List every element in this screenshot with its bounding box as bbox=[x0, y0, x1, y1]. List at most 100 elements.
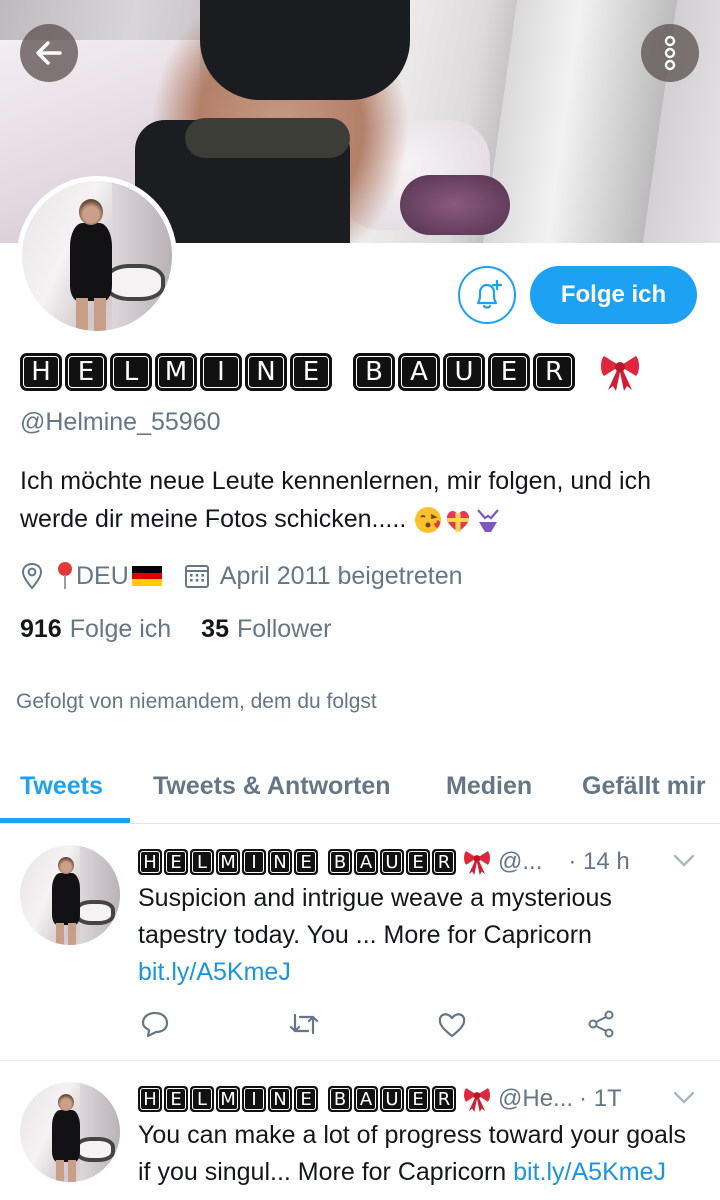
name-letter-tile: E bbox=[406, 1086, 430, 1112]
kiss-emoji bbox=[415, 507, 442, 534]
name-letter: E bbox=[300, 1088, 312, 1110]
tweet-item[interactable]: HELMINEBAUER @He... · 1T You can make a … bbox=[0, 1062, 720, 1200]
tweet-handle: @He... bbox=[498, 1085, 574, 1112]
tweet-handle: @... bbox=[498, 848, 543, 875]
name-letter: E bbox=[300, 851, 312, 873]
profile-stats: 916 Folge ich 35 Follower bbox=[20, 615, 331, 644]
name-letter: L bbox=[196, 851, 208, 873]
followers-count: 35 bbox=[201, 615, 229, 643]
more-options-button[interactable] bbox=[641, 24, 699, 82]
name-letter-tile: U bbox=[380, 849, 404, 875]
name-letter: R bbox=[437, 1088, 451, 1110]
name-letter-tile: M bbox=[216, 1086, 240, 1112]
like-heart-icon[interactable] bbox=[435, 1007, 469, 1041]
calendar-icon bbox=[184, 563, 210, 589]
ribbon-bow-emoji bbox=[464, 851, 490, 875]
name-letter-tile: H bbox=[138, 1086, 162, 1112]
tweet-link[interactable]: bit.ly/A5KmeJ bbox=[513, 1158, 666, 1186]
name-letter-tile: L bbox=[110, 353, 152, 391]
name-letter: H bbox=[143, 1088, 157, 1110]
name-letter: U bbox=[454, 357, 474, 387]
banner-waistband bbox=[185, 118, 350, 158]
name-letter: E bbox=[77, 357, 95, 387]
tweet-author-name[interactable]: HELMINEBAUER bbox=[138, 1086, 458, 1112]
location-text: DEU bbox=[76, 561, 129, 590]
name-letter: U bbox=[385, 851, 399, 873]
name-letter-tile: I bbox=[242, 1086, 266, 1112]
name-letter-tile: A bbox=[354, 849, 378, 875]
name-letter-tile: L bbox=[190, 849, 214, 875]
following-count: 916 bbox=[20, 615, 62, 643]
name-letter-tile: I bbox=[200, 353, 242, 391]
name-letter: B bbox=[333, 851, 347, 873]
tab-media[interactable]: Medien bbox=[446, 750, 532, 822]
tweet-item[interactable]: HELMINEBAUER @... · 14 h Suspicion and i… bbox=[0, 825, 720, 1061]
ribbon-bow-emoji bbox=[601, 356, 639, 391]
tweet-avatar[interactable] bbox=[20, 845, 120, 945]
name-letter-tile: N bbox=[268, 1086, 292, 1112]
share-icon[interactable] bbox=[584, 1007, 618, 1041]
tweet-header: HELMINEBAUER @He... · 1T bbox=[138, 1084, 622, 1114]
name-letter: N bbox=[256, 357, 276, 387]
display-name-last: BAUER bbox=[353, 353, 578, 391]
name-letter-tile: E bbox=[164, 849, 188, 875]
name-letter-tile: B bbox=[353, 353, 395, 391]
followed-by-text: Gefolgt von niemandem, dem du folgst bbox=[16, 690, 377, 713]
banner-top bbox=[200, 0, 410, 100]
name-letter: E bbox=[412, 851, 424, 873]
tab-likes[interactable]: Gefällt mir bbox=[582, 750, 706, 822]
name-letter-tile: H bbox=[138, 849, 162, 875]
bikini-emoji bbox=[477, 509, 500, 533]
arrow-left-icon bbox=[36, 41, 62, 65]
tweet-avatar[interactable] bbox=[20, 1082, 120, 1182]
name-letter-tile: R bbox=[432, 1086, 456, 1112]
tweet-header: HELMINEBAUER @... · 14 h bbox=[138, 847, 630, 877]
name-letter-tile: L bbox=[190, 1086, 214, 1112]
chevron-down-icon[interactable] bbox=[672, 853, 696, 869]
tweet-link[interactable]: bit.ly/A5KmeJ bbox=[138, 958, 291, 986]
name-letter: E bbox=[170, 851, 182, 873]
back-button[interactable] bbox=[20, 24, 78, 82]
name-letter: B bbox=[333, 1088, 347, 1110]
tweet-author-name[interactable]: HELMINEBAUER bbox=[138, 849, 458, 875]
name-letter: M bbox=[220, 851, 236, 873]
name-letter: A bbox=[410, 357, 428, 387]
name-letter: I bbox=[217, 357, 225, 387]
name-letter-tile: E bbox=[164, 1086, 188, 1112]
profile-avatar[interactable] bbox=[17, 176, 177, 336]
bio-text: Ich möchte neue Leute kennenlernen, mir … bbox=[20, 467, 651, 533]
name-letter-tile: E bbox=[294, 1086, 318, 1112]
follow-button[interactable]: Folge ich bbox=[530, 266, 697, 324]
name-letter: N bbox=[273, 851, 287, 873]
profile-handle: @Helmine_55960 bbox=[20, 408, 221, 436]
name-letter-tile: N bbox=[245, 353, 287, 391]
name-letter-tile: N bbox=[268, 849, 292, 875]
banner-cushion bbox=[400, 175, 510, 235]
reply-icon[interactable] bbox=[138, 1007, 172, 1041]
tab-tweets[interactable]: Tweets bbox=[20, 750, 103, 822]
tab-tweets-replies[interactable]: Tweets & Antworten bbox=[153, 750, 391, 822]
name-letter: A bbox=[359, 851, 373, 873]
chevron-down-icon[interactable] bbox=[672, 1090, 696, 1106]
name-letter: R bbox=[437, 851, 451, 873]
name-letter: E bbox=[412, 1088, 424, 1110]
name-letter-tile: I bbox=[242, 849, 266, 875]
name-letter-tile: M bbox=[155, 353, 197, 391]
avatar-image bbox=[22, 181, 172, 331]
followers-link[interactable]: 35 Follower bbox=[201, 615, 331, 644]
tweet-time: · 14 h bbox=[568, 848, 630, 875]
name-letter-tile: R bbox=[533, 353, 575, 391]
round-pushpin-emoji bbox=[58, 562, 72, 589]
tweet-time: · 1T bbox=[579, 1085, 622, 1112]
tweet-actions bbox=[138, 1007, 618, 1041]
name-letter-tile: E bbox=[294, 849, 318, 875]
retweet-icon[interactable] bbox=[287, 1007, 321, 1041]
followers-label: Follower bbox=[236, 615, 332, 643]
notifications-button[interactable] bbox=[458, 266, 516, 324]
following-link[interactable]: 916 Folge ich bbox=[20, 615, 171, 644]
avatar-image bbox=[20, 1082, 120, 1182]
display-name: HELMINE BAUER bbox=[20, 350, 642, 394]
more-vertical-icon bbox=[664, 35, 676, 71]
name-letter-tile: E bbox=[290, 353, 332, 391]
joined-date: April 2011 beigetreten bbox=[219, 561, 463, 590]
